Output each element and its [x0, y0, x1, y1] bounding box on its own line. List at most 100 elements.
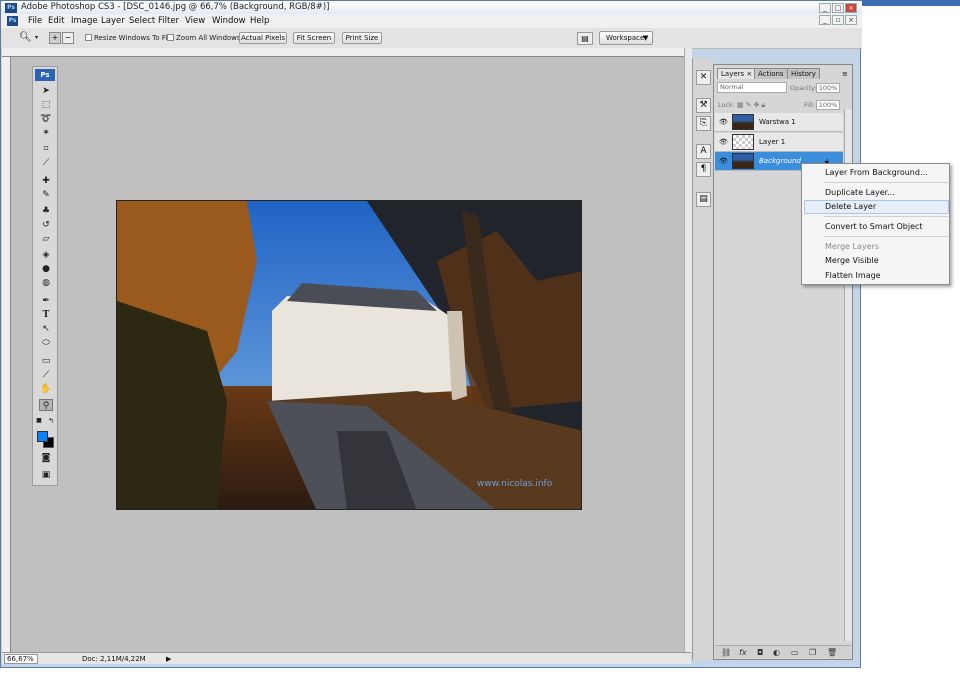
magic-wand-tool-icon[interactable]: ✶	[39, 127, 53, 139]
new-group-icon[interactable]: ▭	[791, 647, 799, 658]
layer-row-layer-1[interactable]: 👁︎ Layer 1	[715, 133, 843, 152]
character-icon[interactable]: A	[696, 144, 711, 159]
marquee-tool-icon[interactable]: ⬚	[39, 99, 53, 111]
hand-tool-icon[interactable]: ✋	[39, 383, 53, 395]
eyedropper-tool-icon[interactable]: ⟋	[39, 369, 53, 381]
blend-mode-select[interactable]: Normal	[717, 82, 787, 93]
clone-stamp-tool-icon[interactable]: ♣	[39, 205, 53, 217]
lock-icons[interactable]: ▦✎✥🔒︎	[737, 101, 767, 110]
default-colors-icon[interactable]: ■	[35, 415, 43, 427]
fit-screen-button[interactable]: Fit Screen	[293, 32, 335, 44]
close-button[interactable]: ×	[845, 3, 857, 13]
menu-file[interactable]: File	[28, 15, 42, 27]
resize-windows-checkbox[interactable]	[85, 34, 92, 41]
menu-select[interactable]: Select	[129, 15, 155, 27]
document-size-info[interactable]: Doc: 2,11M/4,22M	[82, 654, 146, 664]
workspace-button[interactable]: Workspace ▼	[599, 31, 653, 45]
menu-item-convert-smart-object[interactable]: Convert to Smart Object	[825, 221, 923, 233]
screen-mode-icon[interactable]: ▣	[39, 469, 53, 481]
menu-image[interactable]: Image	[71, 15, 98, 27]
dodge-tool-icon[interactable]: ◍	[39, 277, 53, 289]
quick-mask-icon[interactable]: ◙	[39, 452, 53, 464]
notes-tool-icon[interactable]: ▭	[39, 355, 53, 367]
menu-item-layer-from-background[interactable]: Layer From Background...	[825, 167, 928, 179]
opacity-field[interactable]: 100%	[816, 83, 840, 93]
crop-tool-icon[interactable]: ⌗	[39, 143, 53, 155]
tab-layers[interactable]: Layers ×	[717, 68, 757, 79]
zoom-in-icon[interactable]: +	[49, 32, 61, 44]
brush-tool-icon[interactable]: ✎	[39, 189, 53, 201]
layer-mask-icon[interactable]: ◘	[757, 647, 763, 658]
chevron-down-icon[interactable]: ▾	[35, 34, 38, 41]
menu-layer[interactable]: Layer	[101, 15, 125, 27]
zoom-all-checkbox[interactable]	[167, 34, 174, 41]
menu-help[interactable]: Help	[250, 15, 269, 27]
paragraph-icon[interactable]: ¶	[696, 162, 711, 177]
layer-thumbnail	[732, 114, 754, 130]
resize-windows-label: Resize Windows To Fit	[94, 34, 170, 42]
menu-filter[interactable]: Filter	[158, 15, 179, 27]
doc-restore-button[interactable]: ▫	[832, 15, 844, 25]
layer-comps-icon[interactable]: ▤	[696, 192, 711, 207]
new-layer-icon[interactable]: ❐	[809, 647, 816, 658]
eye-icon[interactable]: 👁︎	[719, 118, 728, 127]
menu-edit[interactable]: Edit	[48, 15, 64, 27]
path-selection-tool-icon[interactable]: ↖	[39, 323, 53, 335]
eye-icon[interactable]: 👁︎	[719, 138, 728, 147]
zoom-out-icon[interactable]: −	[62, 32, 74, 44]
menu-view[interactable]: View	[185, 15, 205, 27]
layer-style-icon[interactable]: fx	[739, 647, 747, 658]
clone-source-icon[interactable]: ⎘	[696, 116, 711, 131]
tab-actions[interactable]: Actions	[754, 68, 788, 79]
type-tool-icon[interactable]: T	[39, 309, 53, 321]
actual-pixels-button[interactable]: Actual Pixels	[239, 32, 287, 44]
foreground-color-swatch[interactable]	[37, 431, 48, 442]
menu-item-delete-layer[interactable]: Delete Layer	[825, 201, 876, 213]
tab-history[interactable]: History	[787, 68, 820, 79]
eraser-tool-icon[interactable]: ▱	[39, 233, 53, 245]
photo-watermark: www.nicolas.info	[477, 479, 553, 489]
slice-tool-icon[interactable]: ⟋	[39, 157, 53, 169]
lasso-tool-icon[interactable]: ➰	[39, 113, 53, 125]
status-menu-arrow-icon[interactable]: ▶	[166, 654, 171, 664]
panel-menu-icon[interactable]: ≡	[842, 70, 848, 78]
fill-field[interactable]: 100%	[816, 100, 840, 110]
vertical-scrollbar[interactable]	[684, 48, 692, 652]
brushes-icon[interactable]: ⚒	[696, 98, 711, 113]
history-brush-tool-icon[interactable]: ↺	[39, 219, 53, 231]
menu-item-duplicate-layer[interactable]: Duplicate Layer...	[825, 187, 895, 199]
tool-presets-icon[interactable]: ✕	[696, 70, 711, 85]
maximize-button[interactable]: □	[832, 3, 844, 13]
zoom-level-field[interactable]: 66,67%	[4, 654, 38, 664]
move-tool-icon[interactable]: ➤	[39, 85, 53, 97]
menu-window[interactable]: Window	[212, 15, 246, 27]
blur-tool-icon[interactable]: ●	[39, 263, 53, 275]
shape-tool-icon[interactable]: ⬭	[39, 337, 53, 349]
desktop-background	[861, 0, 960, 6]
horizontal-ruler[interactable]	[2, 48, 684, 57]
zoom-tool-icon[interactable]: ⚲	[39, 399, 53, 411]
minimize-button[interactable]: _	[819, 3, 831, 13]
healing-brush-tool-icon[interactable]: ✚	[39, 175, 53, 187]
layer-row-warstwa-1[interactable]: 👁︎ Warstwa 1	[715, 113, 843, 132]
pen-tool-icon[interactable]: ✒	[39, 295, 53, 307]
menu-item-merge-visible[interactable]: Merge Visible	[825, 255, 879, 267]
title-bar[interactable]: Ps Adobe Photoshop CS3 - [DSC_0146.jpg @…	[1, 1, 862, 15]
vertical-ruler[interactable]	[2, 57, 11, 652]
layer-name: Layer 1	[759, 138, 786, 146]
paint-bucket-tool-icon[interactable]: ◈	[39, 249, 53, 261]
menu-item-merge-layers[interactable]: Merge Layers	[825, 241, 879, 253]
document-icon[interactable]: Ps	[7, 16, 18, 26]
trash-icon[interactable]: 🗑︎	[827, 647, 837, 658]
swap-colors-icon[interactable]: ↰	[47, 415, 55, 427]
document-image[interactable]: www.nicolas.info	[116, 200, 582, 510]
link-layers-icon[interactable]: ⛓	[721, 647, 731, 658]
doc-close-button[interactable]: ×	[845, 15, 857, 25]
adjustment-layer-icon[interactable]: ◐	[773, 647, 780, 658]
eye-icon[interactable]: 👁︎	[719, 157, 728, 166]
doc-minimize-button[interactable]: _	[819, 15, 831, 25]
file-browser-icon[interactable]: ▤	[577, 32, 593, 45]
print-size-button[interactable]: Print Size	[342, 32, 382, 44]
menu-item-flatten-image[interactable]: Flatten Image	[825, 270, 881, 282]
zoom-tool-icon[interactable]: 🔍︎	[19, 31, 32, 44]
